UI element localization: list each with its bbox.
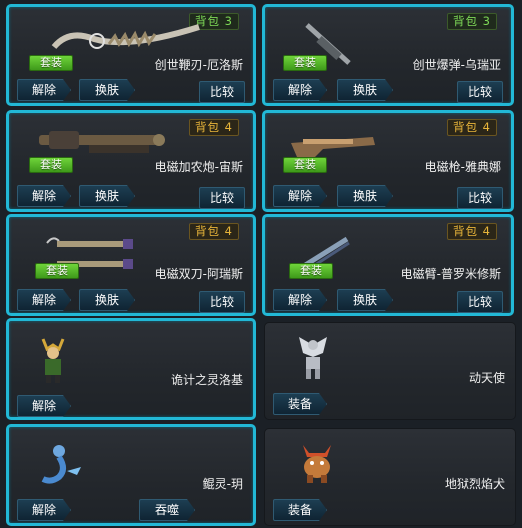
unequip-button[interactable]: 解除 (273, 79, 327, 101)
reskin-button[interactable]: 换肤 (337, 289, 393, 311)
compare-button[interactable]: 比较 (199, 187, 245, 209)
spirit-name: 诡计之灵洛基 (170, 373, 243, 387)
spirit-name: 鲲灵-玥 (202, 477, 243, 491)
compare-button[interactable]: 比较 (199, 291, 245, 313)
item-card-zeus[interactable]: 背包 4 套装 电磁加农炮-宙斯 解除 换肤 比较 (6, 110, 256, 212)
spirit-card-hellhound[interactable]: 地狱烈焰犬 装备 (264, 428, 516, 526)
bag-tag: 背包 4 (447, 119, 497, 136)
spirit-name: 地狱烈焰犬 (444, 477, 505, 491)
whip-blade-icon (51, 24, 200, 50)
unequip-button[interactable]: 解除 (17, 289, 71, 311)
suit-badge: 套装 (35, 263, 79, 279)
reskin-button[interactable]: 换肤 (337, 185, 393, 207)
mecha-angel-icon (299, 337, 327, 379)
reskin-button[interactable]: 换肤 (79, 185, 135, 207)
equip-button[interactable]: 装备 (273, 499, 327, 521)
suit-badge: 套装 (283, 55, 327, 71)
unequip-button[interactable]: 解除 (273, 185, 327, 207)
compare-button[interactable]: 比较 (457, 187, 503, 209)
item-name: 电磁双刀-阿瑞斯 (154, 267, 243, 281)
devour-button[interactable]: 吞噬 (139, 499, 195, 521)
bag-tag: 背包 3 (447, 13, 497, 30)
spirit-card-loki[interactable]: 诡计之灵洛基 解除 (6, 318, 256, 420)
equip-button[interactable]: 装备 (273, 393, 327, 415)
compare-button[interactable]: 比较 (199, 81, 245, 103)
spirit-card-kun[interactable]: 鲲灵-玥 解除 吞噬 (6, 424, 256, 526)
unequip-button[interactable]: 解除 (17, 395, 71, 417)
item-name: 创世爆弹-乌瑞亚 (412, 58, 501, 72)
suit-badge: 套装 (29, 55, 73, 71)
bag-tag: 背包 4 (447, 223, 497, 240)
bag-tag: 背包 4 (189, 119, 239, 136)
spirit-name: 动天使 (468, 371, 505, 385)
item-card-athena[interactable]: 背包 4 套装 电磁枪-雅典娜 解除 换肤 比较 (262, 110, 514, 212)
unequip-button[interactable]: 解除 (17, 79, 71, 101)
compare-button[interactable]: 比较 (457, 81, 503, 103)
reskin-button[interactable]: 换肤 (337, 79, 393, 101)
unequip-button[interactable]: 解除 (273, 289, 327, 311)
reskin-button[interactable]: 换肤 (79, 79, 135, 101)
bag-tag: 背包 4 (189, 223, 239, 240)
reskin-button[interactable]: 换肤 (79, 289, 135, 311)
item-card-uraea[interactable]: 背包 3 套装 创世爆弹-乌瑞亚 解除 换肤 比较 (262, 4, 514, 106)
suit-badge: 套装 (283, 157, 327, 173)
item-name: 电磁加农炮-宙斯 (154, 160, 243, 174)
hellhound-icon (303, 445, 331, 483)
suit-badge: 套装 (289, 263, 333, 279)
item-card-eros[interactable]: 背包 3 套装 创世鞭刃-厄洛斯 解除 换肤 比较 (6, 4, 256, 106)
kun-spirit-icon (41, 445, 81, 484)
unequip-button[interactable]: 解除 (17, 185, 71, 207)
item-name: 创世鞭刃-厄洛斯 (154, 58, 243, 72)
suit-badge: 套装 (29, 157, 73, 173)
item-name: 电磁臂-普罗米修斯 (400, 267, 501, 281)
loki-spirit-icon (41, 338, 65, 383)
item-card-prometheus[interactable]: 背包 4 套装 电磁臂-普罗米修斯 解除 换肤 比较 (262, 214, 514, 316)
compare-button[interactable]: 比较 (457, 291, 503, 313)
spirit-card-mecha-angel[interactable]: 动天使 装备 (264, 322, 516, 420)
unequip-button[interactable]: 解除 (17, 499, 71, 521)
item-card-ares[interactable]: 背包 4 套装 电磁双刀-阿瑞斯 解除 换肤 比较 (6, 214, 256, 316)
item-name: 电磁枪-雅典娜 (424, 160, 501, 174)
